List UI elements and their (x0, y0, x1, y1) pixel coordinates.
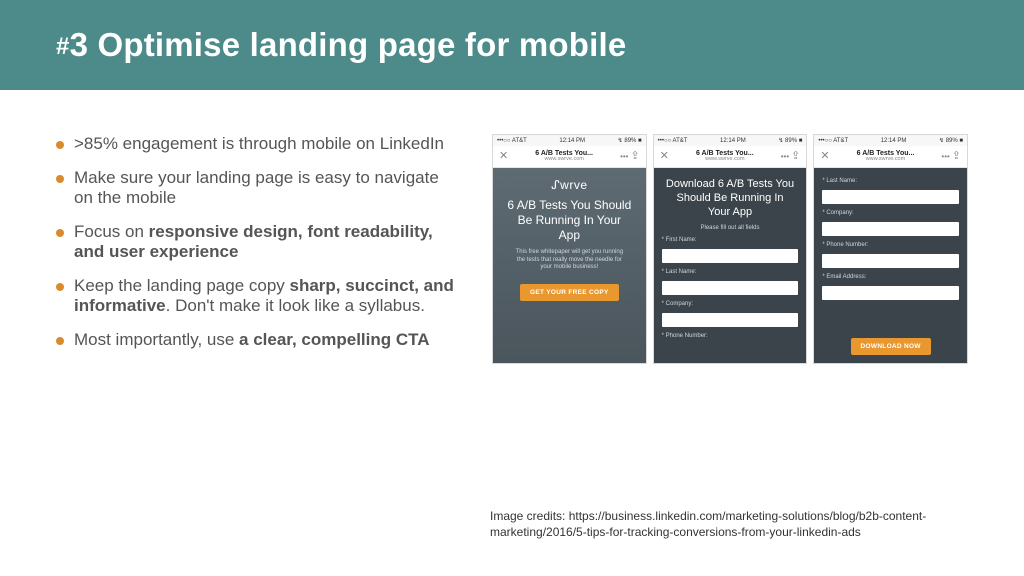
brand-logo: ᔑwrve (501, 178, 638, 192)
time-label: 12:14 PM (720, 138, 746, 144)
last-name-field[interactable] (662, 281, 799, 295)
cta-button[interactable]: GET YOUR FREE COPY (520, 284, 619, 301)
share-icon[interactable]: ⇪ (791, 150, 800, 162)
carrier-label: •••○○ AT&T (658, 138, 688, 144)
more-icon[interactable]: ••• (941, 152, 949, 161)
bullet-item: Most importantly, use a clear, compellin… (56, 330, 456, 350)
bullet-text: . Don't make it look like a syllabus. (166, 296, 425, 315)
status-bar: •••○○ AT&T 12:14 PM ↯ 89% ■ (493, 135, 646, 146)
bullet-text: Keep the landing page copy (74, 276, 290, 295)
page-url: www.swrve.com (696, 157, 754, 163)
bullet-text: Most importantly, use (74, 330, 239, 349)
status-bar: •••○○ AT&T 12:14 PM ↯ 89% ■ (814, 135, 967, 146)
page-url: www.swrve.com (857, 157, 915, 163)
phone-mockup-2: •••○○ AT&T 12:14 PM ↯ 89% ■ ✕ 6 A/B Test… (653, 134, 808, 364)
share-icon[interactable]: ⇪ (630, 150, 639, 162)
last-name-field[interactable] (822, 190, 959, 204)
bullet-item: Make sure your landing page is easy to n… (56, 168, 456, 208)
company-field[interactable] (662, 313, 799, 327)
title-text: 3 Optimise landing page for mobile (70, 26, 627, 63)
phone-number-field[interactable] (822, 254, 959, 268)
form-screen: Download 6 A/B Tests You Should Be Runni… (654, 168, 807, 363)
bullet-item: >85% engagement is through mobile on Lin… (56, 134, 456, 154)
bullet-column: >85% engagement is through mobile on Lin… (56, 134, 456, 364)
carrier-label: •••○○ AT&T (818, 138, 848, 144)
carrier-label: •••○○ AT&T (497, 138, 527, 144)
bullet-item: Focus on responsive design, font readabi… (56, 222, 456, 262)
close-icon[interactable]: ✕ (660, 151, 669, 162)
nav-title-block: 6 A/B Tests You... www.swrve.com (535, 150, 593, 163)
landing-hero: ᔑwrve 6 A/B Tests You Should Be Running … (493, 168, 646, 363)
field-label: * Last Name: (662, 269, 799, 275)
bullet-list: >85% engagement is through mobile on Lin… (56, 134, 456, 350)
phone-mockup-3: •••○○ AT&T 12:14 PM ↯ 89% ■ ✕ 6 A/B Test… (813, 134, 968, 364)
field-label: * First Name: (662, 237, 799, 243)
company-field[interactable] (822, 222, 959, 236)
download-button[interactable]: DOWNLOAD NOW (851, 338, 931, 355)
bullet-item: Keep the landing page copy sharp, succin… (56, 276, 456, 316)
page-url: www.swrve.com (535, 157, 593, 163)
field-label: * Phone Number: (822, 242, 959, 248)
slide-header: #3 Optimise landing page for mobile (0, 0, 1024, 90)
browser-nav: ✕ 6 A/B Tests You... www.swrve.com ••• ⇪ (654, 146, 807, 168)
nav-actions: ••• ⇪ (781, 151, 801, 162)
nav-actions: ••• ⇪ (941, 151, 961, 162)
battery-label: ↯ 89% ■ (778, 137, 802, 144)
field-label: * Last Name: (822, 178, 959, 184)
form-subtitle: Please fill out all fields (662, 225, 799, 231)
hero-title: 6 A/B Tests You Should Be Running In You… (501, 198, 638, 243)
slide-body: >85% engagement is through mobile on Lin… (0, 90, 1024, 364)
field-label: * Phone Number: (662, 333, 799, 339)
phone-mockup-1: •••○○ AT&T 12:14 PM ↯ 89% ■ ✕ 6 A/B Test… (492, 134, 647, 364)
time-label: 12:14 PM (881, 138, 907, 144)
battery-label: ↯ 89% ■ (939, 137, 963, 144)
hero-subtitle: This free whitepaper will get you runnin… (501, 249, 638, 272)
more-icon[interactable]: ••• (781, 152, 789, 161)
hash-symbol: # (56, 33, 70, 60)
browser-nav: ✕ 6 A/B Tests You... www.swrve.com ••• ⇪ (493, 146, 646, 168)
close-icon[interactable]: ✕ (820, 151, 829, 162)
field-label: * Company: (662, 301, 799, 307)
slide-title: #3 Optimise landing page for mobile (56, 26, 968, 64)
form-screen: * Last Name: * Company: * Phone Number: … (814, 168, 967, 363)
field-label: * Company: (822, 210, 959, 216)
status-bar: •••○○ AT&T 12:14 PM ↯ 89% ■ (654, 135, 807, 146)
bullet-text: Focus on (74, 222, 149, 241)
nav-actions: ••• ⇪ (620, 151, 640, 162)
phone-mockups: •••○○ AT&T 12:14 PM ↯ 89% ■ ✕ 6 A/B Test… (492, 134, 968, 364)
bullet-bold: a clear, compelling CTA (239, 330, 430, 349)
battery-label: ↯ 89% ■ (618, 137, 642, 144)
form-title: Download 6 A/B Tests You Should Be Runni… (662, 178, 799, 219)
nav-title-block: 6 A/B Tests You... www.swrve.com (857, 150, 915, 163)
image-credits: Image credits: https://business.linkedin… (490, 508, 984, 540)
nav-title-block: 6 A/B Tests You... www.swrve.com (696, 150, 754, 163)
share-icon[interactable]: ⇪ (952, 150, 961, 162)
email-field[interactable] (822, 286, 959, 300)
field-label: * Email Address: (822, 274, 959, 280)
first-name-field[interactable] (662, 249, 799, 263)
more-icon[interactable]: ••• (620, 152, 628, 161)
time-label: 12:14 PM (559, 138, 585, 144)
slide: #3 Optimise landing page for mobile >85%… (0, 0, 1024, 576)
close-icon[interactable]: ✕ (499, 151, 508, 162)
browser-nav: ✕ 6 A/B Tests You... www.swrve.com ••• ⇪ (814, 146, 967, 168)
